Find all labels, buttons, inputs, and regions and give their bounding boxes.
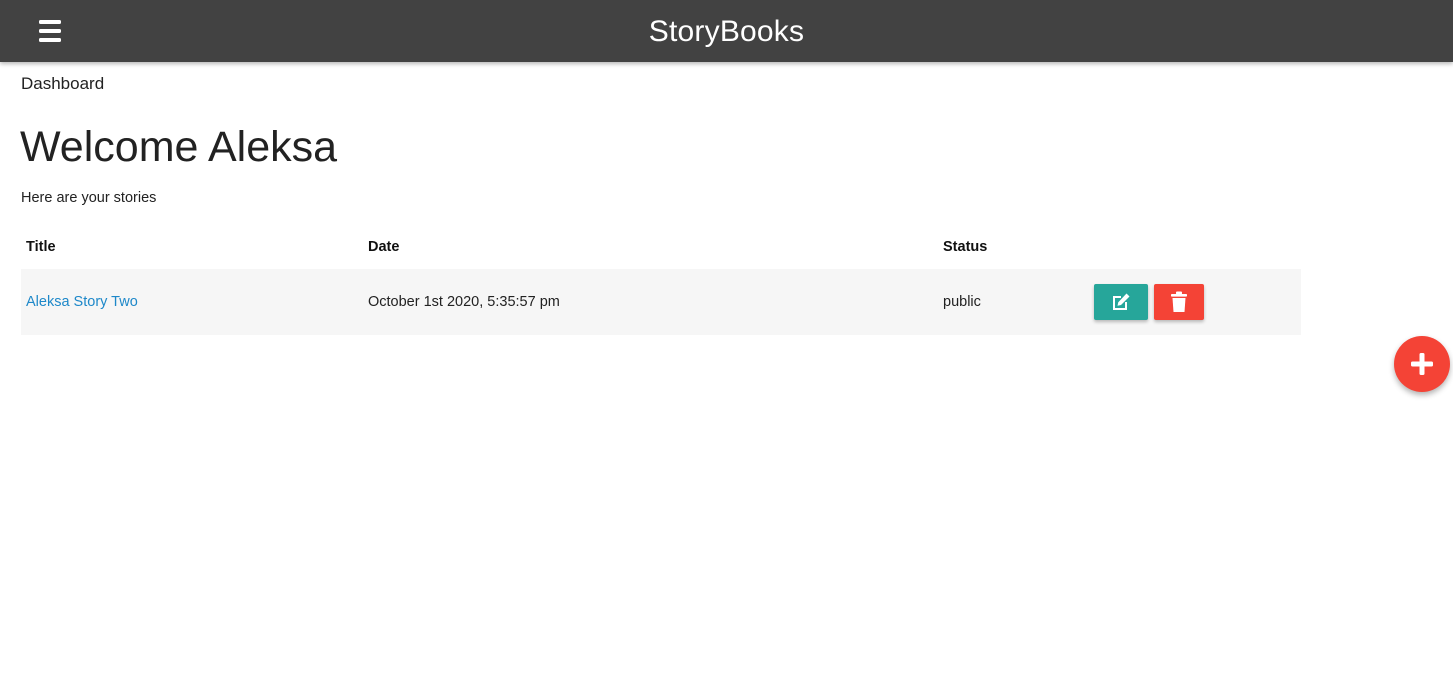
- breadcrumb: Dashboard: [21, 74, 105, 93]
- table-header-row: Title Date Status: [21, 225, 1301, 269]
- stories-table: Title Date Status Aleksa Story Two Octob…: [21, 225, 1301, 335]
- brand-logo[interactable]: StoryBooks: [0, 13, 1453, 51]
- column-header-actions: [1089, 225, 1301, 269]
- column-header-date: Date: [368, 239, 400, 255]
- top-navbar: StoryBooks: [0, 0, 1453, 62]
- add-story-button[interactable]: [1394, 336, 1450, 392]
- trash-icon: [1171, 291, 1187, 312]
- column-header-status: Status: [943, 239, 988, 255]
- column-header-title: Title: [26, 239, 56, 255]
- story-title-cell: Aleksa Story Two: [21, 269, 363, 335]
- story-actions-cell: [1089, 269, 1301, 335]
- plus-icon: [1411, 353, 1433, 375]
- story-title-link[interactable]: Aleksa Story Two: [26, 294, 138, 310]
- page-title: Welcome Aleksa: [20, 123, 338, 171]
- edit-story-button[interactable]: [1094, 284, 1148, 320]
- story-date-cell: October 1st 2020, 5:35:57 pm: [363, 269, 938, 335]
- story-status-cell: public: [938, 269, 1089, 335]
- table-row: Aleksa Story Two October 1st 2020, 5:35:…: [21, 269, 1301, 335]
- page-subtitle: Here are your stories: [21, 190, 157, 206]
- delete-story-button[interactable]: [1154, 284, 1204, 320]
- edit-icon: [1113, 293, 1130, 310]
